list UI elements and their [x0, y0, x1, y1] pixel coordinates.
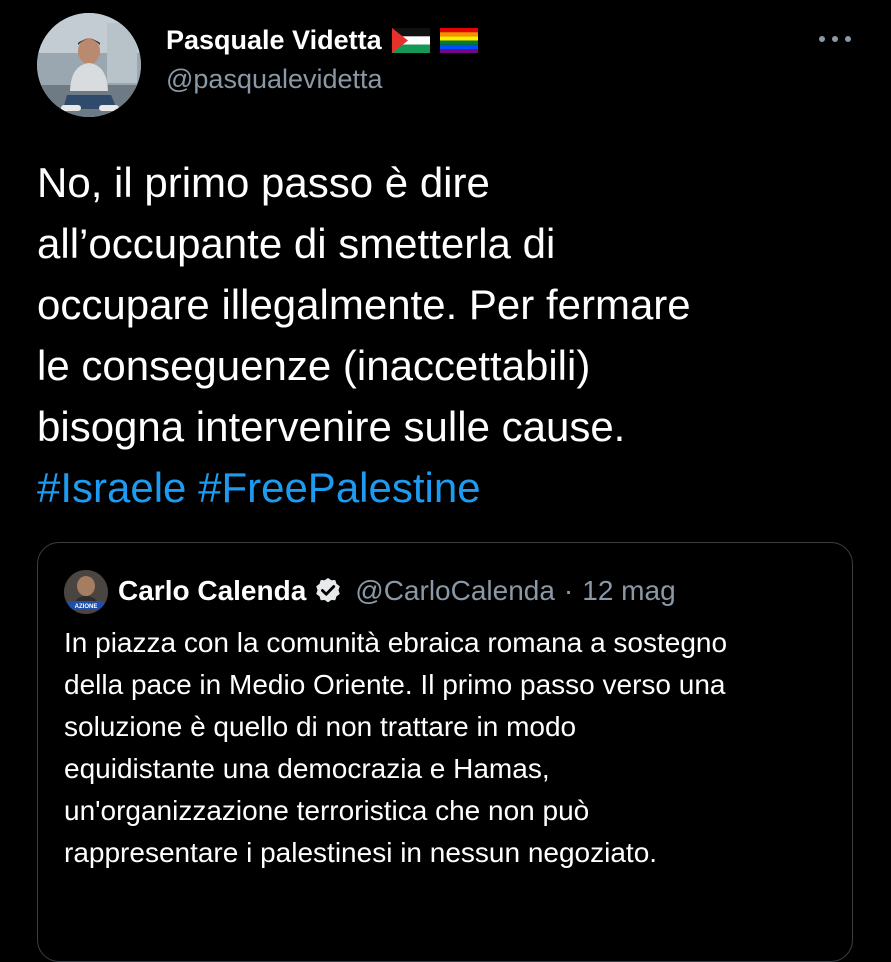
quoted-text-line: rappresentare i palestinesi in nessun ne…: [64, 837, 658, 868]
quoted-tweet-card[interactable]: AZIONE Carlo Calenda @CarloCalenda · 12 …: [37, 542, 853, 962]
tweet-text-line: occupare illegalmente. Per fermare: [37, 281, 691, 328]
hashtag-link-israele[interactable]: #Israele: [37, 464, 186, 511]
quoted-author-name[interactable]: Carlo Calenda: [118, 575, 306, 607]
avatar-photo: [37, 13, 141, 117]
more-options-icon: [819, 36, 851, 42]
hashtag-line: #Israele #FreePalestine: [37, 457, 857, 518]
palestine-flag-icon: [391, 27, 430, 53]
rainbow-flag-icon: [439, 27, 478, 53]
quoted-text-line: soluzione è quello di non trattare in mo…: [64, 711, 577, 742]
quoted-author-avatar[interactable]: AZIONE: [64, 570, 108, 614]
tweet-text-line: bisogna intervenire sulle cause.: [37, 403, 626, 450]
quoted-tweet-text: In piazza con la comunità ebraica romana…: [64, 622, 844, 874]
author-handle[interactable]: @pasqualevidetta: [166, 64, 383, 95]
tweet-text-line: le conseguenze (inaccettabili): [37, 342, 591, 389]
quoted-text-line: un'organizzazione terroristica che non p…: [64, 795, 590, 826]
quoted-avatar-badge: AZIONE: [75, 604, 98, 610]
quoted-text-line: In piazza con la comunità ebraica romana…: [64, 627, 728, 658]
tweet-text-line: all’occupante di smetterla di: [37, 220, 556, 267]
author-name-row: Pasquale Videtta: [166, 20, 478, 60]
author-avatar[interactable]: [37, 13, 141, 117]
tweet-text: No, il primo passo è dire all’occupante …: [37, 152, 857, 518]
quoted-tweet-date[interactable]: 12 mag: [582, 575, 675, 607]
quoted-text-line: della pace in Medio Oriente. Il primo pa…: [64, 669, 726, 700]
header-separator: ·: [563, 575, 574, 606]
quoted-text-line: equidistante una democrazia e Hamas,: [64, 753, 550, 784]
hashtag-link-freepalestine[interactable]: #FreePalestine: [198, 464, 481, 511]
quoted-author-handle[interactable]: @CarloCalenda: [355, 575, 555, 607]
quoted-avatar-photo: AZIONE: [64, 570, 108, 614]
author-display-name[interactable]: Pasquale Videtta: [166, 25, 382, 56]
quoted-tweet-header: Carlo Calenda @CarloCalenda · 12 mag: [118, 571, 676, 611]
verified-badge-icon: [316, 577, 341, 603]
more-options-button[interactable]: [812, 24, 858, 54]
tweet-text-line: No, il primo passo è dire: [37, 159, 490, 206]
